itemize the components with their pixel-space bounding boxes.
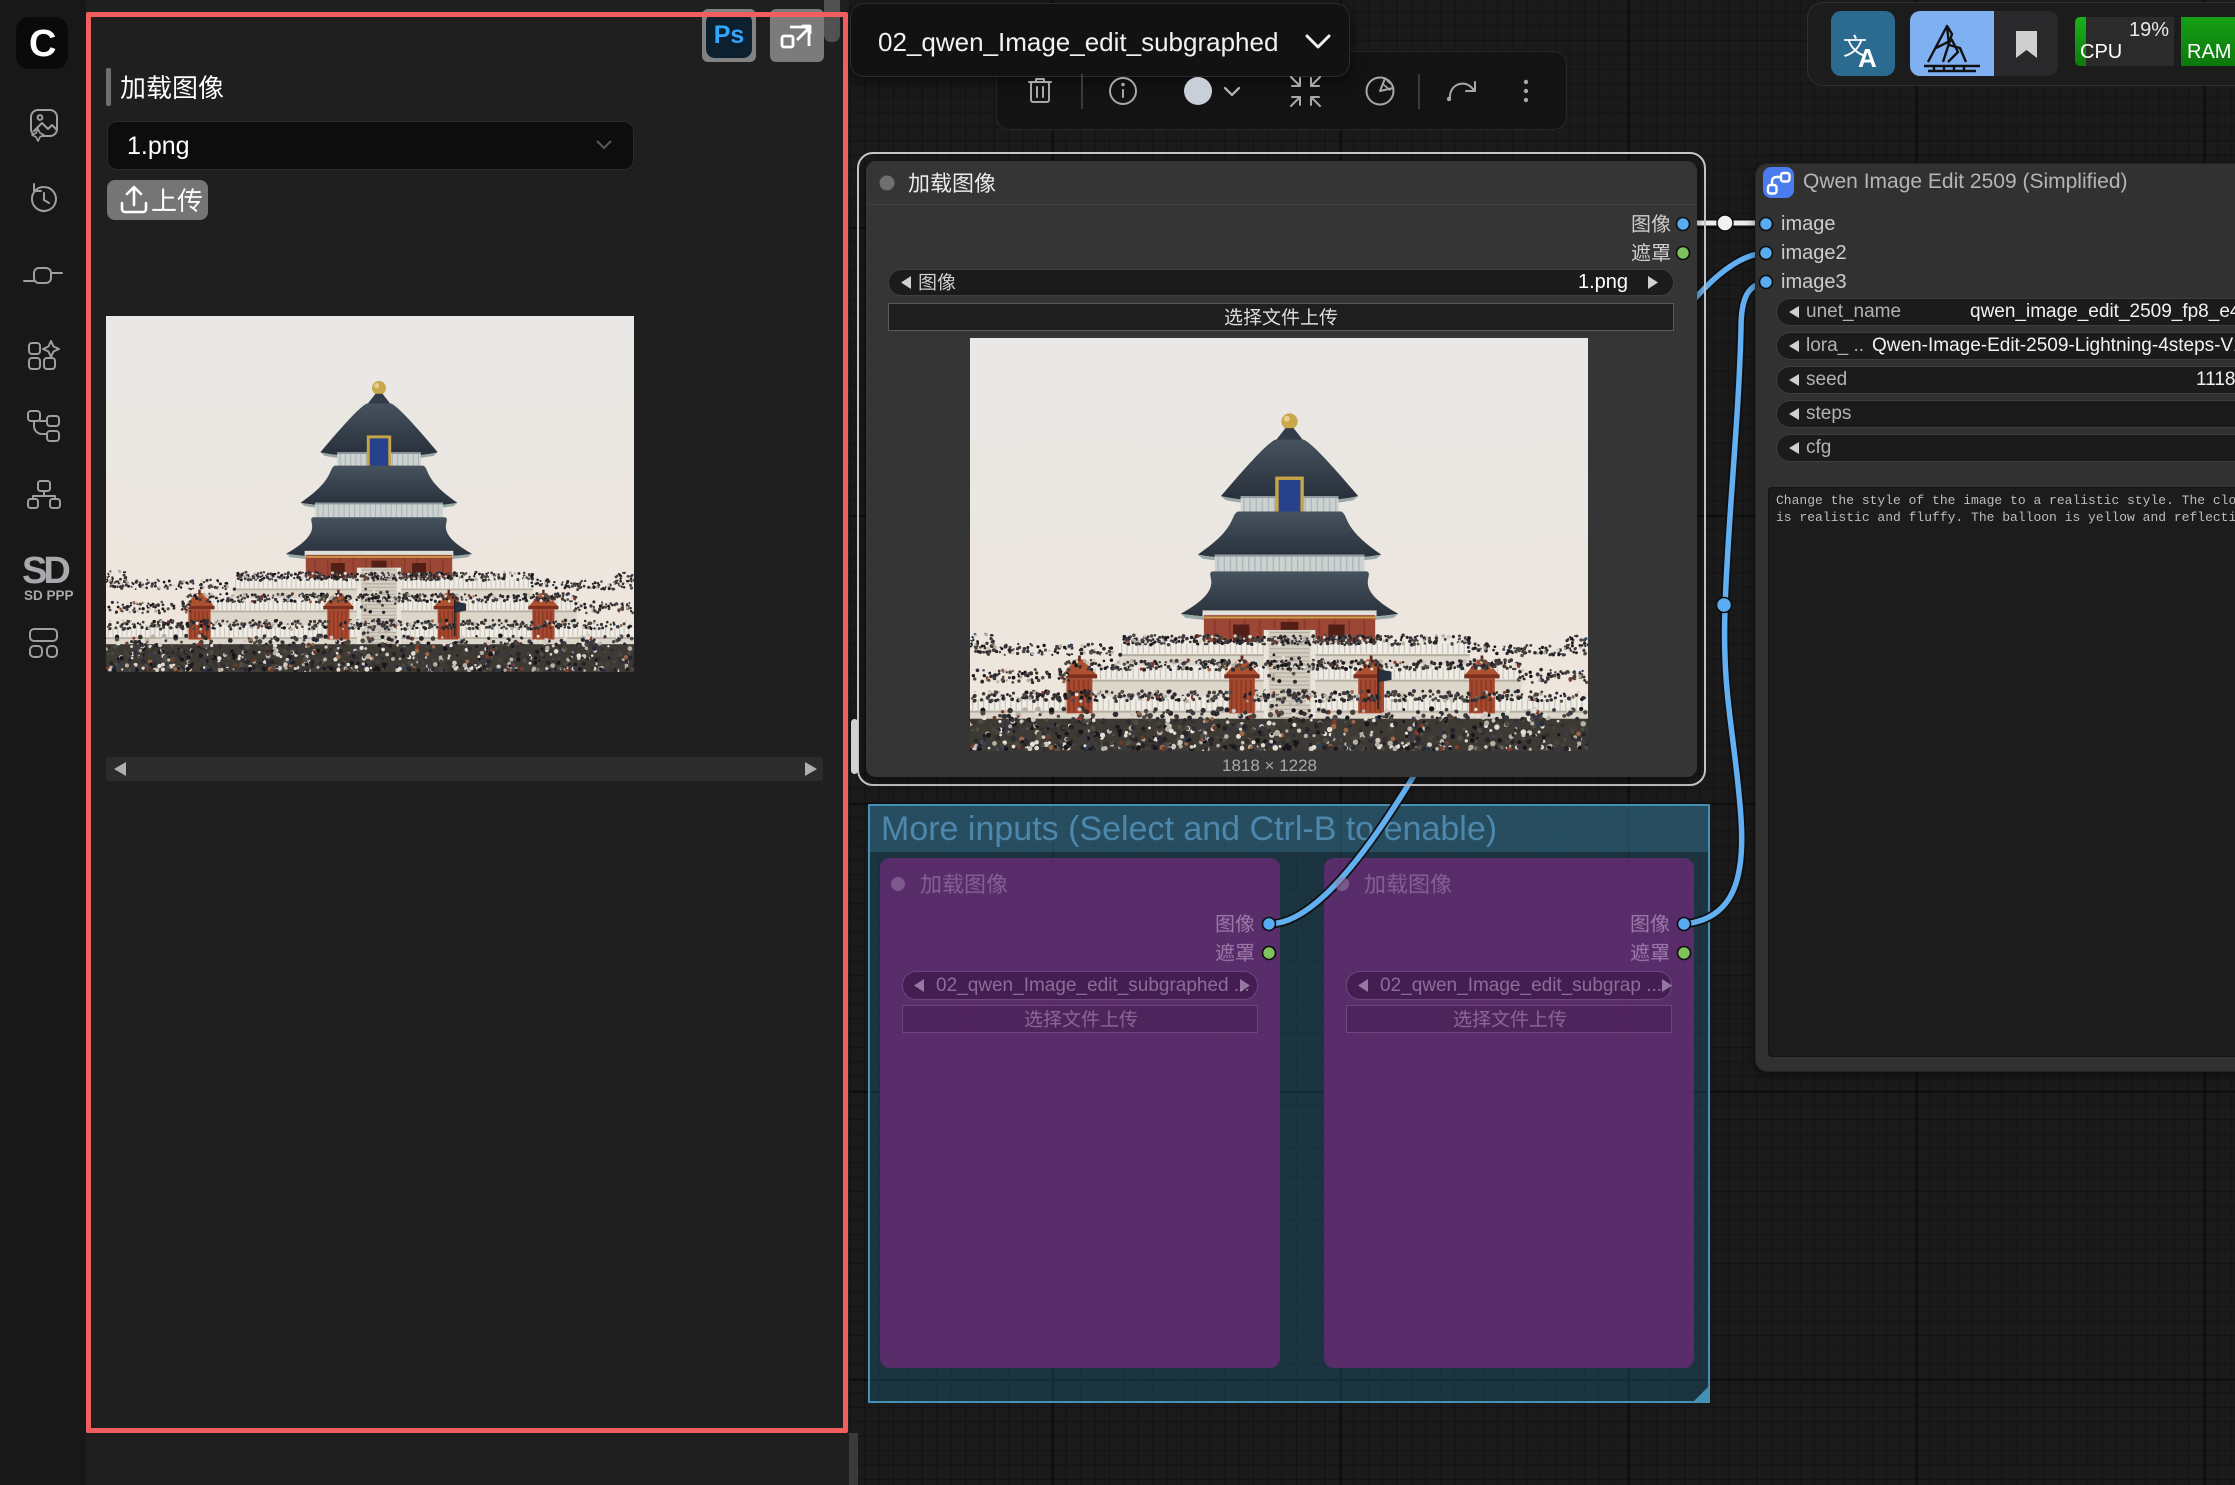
svg-text:SD: SD: [22, 550, 69, 592]
svg-text:C: C: [29, 23, 56, 65]
svg-text:A: A: [1858, 43, 1877, 73]
svg-text:SD PPP: SD PPP: [24, 588, 74, 603]
